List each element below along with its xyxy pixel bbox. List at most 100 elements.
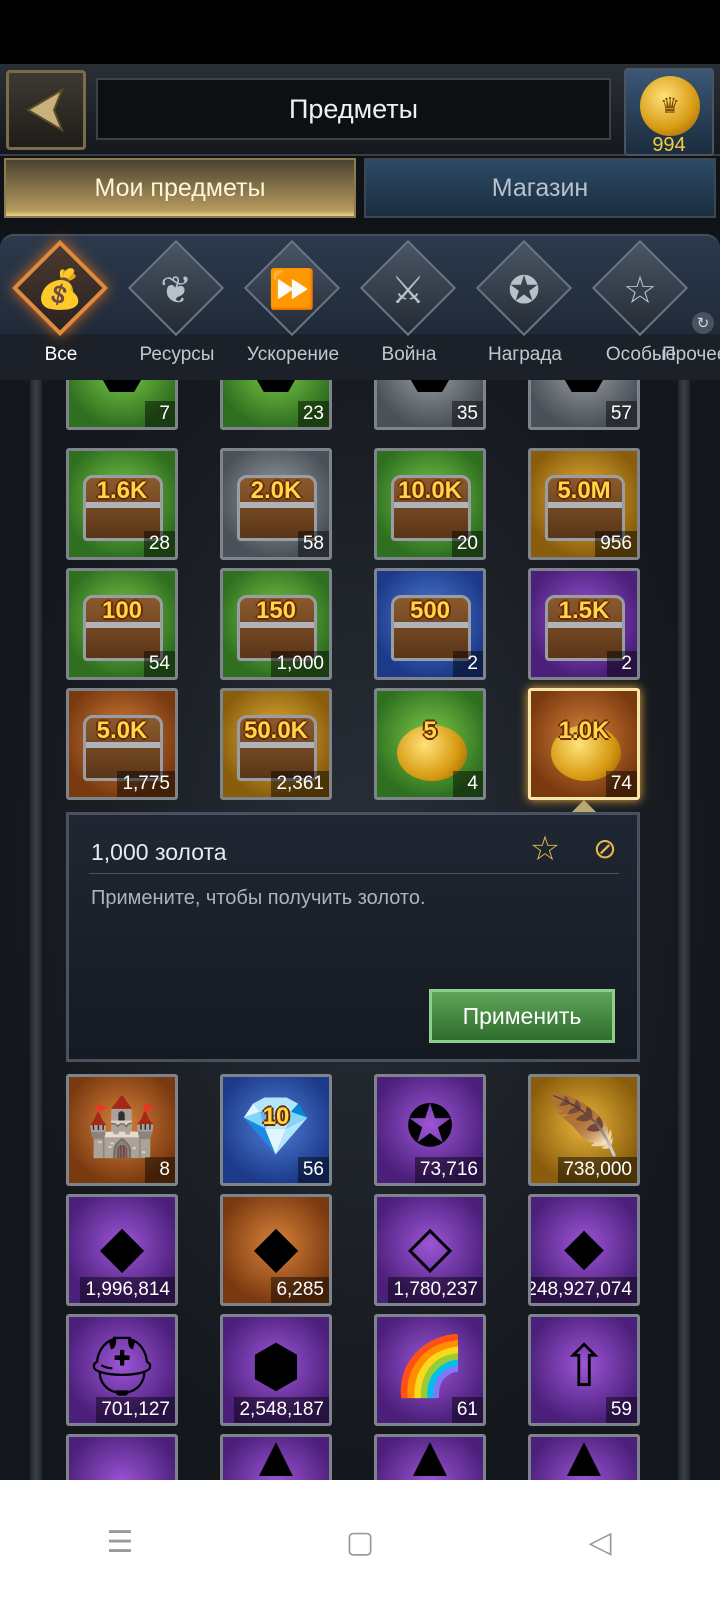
item-slot[interactable]: ⬣ 35: [374, 380, 486, 430]
medal-icon: ✪: [508, 269, 540, 312]
header: Предметы ♛ 994: [0, 64, 720, 156]
item-slot[interactable]: ⇧ 59: [528, 1314, 640, 1426]
item-count: 61: [451, 1397, 483, 1423]
item-count: 1,775: [117, 771, 175, 797]
item-count: 35: [451, 401, 483, 427]
item-slot[interactable]: 100 54: [66, 568, 178, 680]
item-value-label: 50.0K: [243, 717, 309, 744]
item-slot[interactable]: 🪶 738,000: [528, 1074, 640, 1186]
category-label: Война: [381, 344, 437, 365]
system-nav-bar: ☰ ▢ ◁: [0, 1480, 720, 1604]
item-slot[interactable]: ◇ 1,780,237: [374, 1194, 486, 1306]
item-slot[interactable]: ⬥ 248,927,074: [528, 1194, 640, 1306]
item-value-label: 1.5K: [558, 597, 610, 624]
item-slot[interactable]: 50.0K 2,361: [220, 688, 332, 800]
item-slot-selected[interactable]: 1.0K 74: [528, 688, 640, 800]
item-slot[interactable]: ▲: [528, 1434, 640, 1480]
tab-shop[interactable]: Магазин: [364, 158, 716, 218]
item-slot[interactable]: 10.0K 20: [374, 448, 486, 560]
item-slot[interactable]: 5.0K 1,775: [66, 688, 178, 800]
star-medal-icon: ✪: [405, 1094, 455, 1159]
item-value-label: 5.0M: [557, 477, 611, 504]
item-slot[interactable]: 🏰 8: [66, 1074, 178, 1186]
tab-my-items[interactable]: Мои предметы: [4, 158, 356, 218]
menu-icon[interactable]: ☰: [90, 1512, 150, 1572]
item-count: 1,996,814: [80, 1277, 175, 1303]
hide-eye-icon[interactable]: ⊘: [583, 829, 627, 869]
category-reward[interactable]: ✪ Награда: [466, 239, 584, 380]
wheat-icon: ❦: [160, 269, 192, 312]
gold-coin-icon: ♛: [640, 76, 700, 136]
fast-forward-icon: ⏩: [268, 269, 316, 311]
item-count: 8: [145, 1157, 175, 1183]
magic-crystal-icon: ⬥: [563, 1214, 605, 1279]
item-value-label: 500: [409, 597, 451, 624]
item-slot[interactable]: [66, 1434, 178, 1480]
category-resources[interactable]: ❦ Ресурсы: [118, 239, 236, 380]
apply-button[interactable]: Применить: [429, 989, 615, 1043]
item-value-label: 150: [255, 597, 297, 624]
item-list[interactable]: ⬣ 7 ⬣ 23 ⬣ 35 ⬣ 57 1.6K 28 2.0K 58 10.0K…: [0, 380, 720, 1480]
bag-icon: 💰: [36, 269, 84, 311]
item-count: 701,127: [96, 1397, 175, 1423]
category-other[interactable]: Прочее: [652, 240, 720, 380]
category-bar: 💰 Все ❦ Ресурсы ⏩ Ускорение ⚔ Война ✪ На…: [0, 234, 720, 380]
page-title: Предметы: [288, 93, 419, 124]
item-count: 28: [143, 531, 175, 557]
item-slot[interactable]: 500 2: [374, 568, 486, 680]
item-count: 73,716: [414, 1157, 483, 1183]
crystal-icon: ◆: [253, 1214, 299, 1279]
back-button[interactable]: [6, 70, 86, 150]
upgrade-arrow-icon: ▲: [555, 1434, 613, 1480]
item-value-label: 10.0K: [397, 477, 463, 504]
item-slot[interactable]: ◆ 1,996,814: [66, 1194, 178, 1306]
upgrade-arrow-icon: ▲: [247, 1434, 305, 1480]
status-bar: [0, 0, 720, 64]
refresh-icon[interactable]: ↻: [692, 312, 714, 334]
item-count: 4: [453, 771, 483, 797]
item-slot[interactable]: ◆ 6,285: [220, 1194, 332, 1306]
item-value-label: 5: [423, 717, 437, 744]
item-count: 738,000: [558, 1157, 637, 1183]
item-slot[interactable]: 1.5K 2: [528, 568, 640, 680]
item-slot[interactable]: 💎 10 56: [220, 1074, 332, 1186]
item-slot[interactable]: 1.6K 28: [66, 448, 178, 560]
category-war[interactable]: ⚔ Война: [350, 239, 468, 380]
crystal-icon: ◆: [99, 1214, 145, 1279]
category-all[interactable]: 💰 Все: [2, 239, 120, 380]
item-slot[interactable]: 5 4: [374, 688, 486, 800]
item-slot[interactable]: ▲: [220, 1434, 332, 1480]
item-slot[interactable]: ⬣ 23: [220, 380, 332, 430]
category-speedup[interactable]: ⏩ Ускорение: [234, 239, 352, 380]
item-slot[interactable]: ⬣ 7: [66, 380, 178, 430]
item-slot[interactable]: 150 1,000: [220, 568, 332, 680]
item-slot[interactable]: ⬢ 2,548,187: [220, 1314, 332, 1426]
favorite-star-icon[interactable]: ☆: [525, 829, 565, 869]
item-count: 57: [605, 401, 637, 427]
item-slot[interactable]: 🌈 61: [374, 1314, 486, 1426]
item-slot[interactable]: 2.0K 58: [220, 448, 332, 560]
item-value-label: 5.0K: [96, 717, 148, 744]
item-slot[interactable]: 5.0M 956: [528, 448, 640, 560]
item-count: 7: [145, 401, 175, 427]
item-slot[interactable]: ⬣ 57: [528, 380, 640, 430]
item-count: 1,780,237: [388, 1277, 483, 1303]
detail-title: 1,000 золота: [91, 839, 227, 865]
rainbow-hand-icon: 🌈: [393, 1334, 467, 1399]
item-count: 74: [605, 771, 637, 797]
back-icon[interactable]: ◁: [570, 1512, 630, 1572]
gold-amount: 994: [652, 134, 686, 156]
gold-balance[interactable]: ♛ 994: [624, 68, 714, 156]
item-count: 23: [297, 401, 329, 427]
ore-icon: ⬢: [250, 1334, 302, 1399]
item-count: 56: [297, 1157, 329, 1183]
category-label: Ускорение: [246, 344, 340, 365]
category-label: Награда: [487, 344, 562, 365]
item-value-label: 10: [262, 1103, 290, 1130]
item-slot[interactable]: ⛑ 701,127: [66, 1314, 178, 1426]
knight-helmet-icon: ⛑: [85, 1334, 159, 1399]
item-count: 2: [607, 651, 637, 677]
item-slot[interactable]: ▲: [374, 1434, 486, 1480]
item-slot[interactable]: ✪ 73,716: [374, 1074, 486, 1186]
home-icon[interactable]: ▢: [330, 1512, 390, 1572]
